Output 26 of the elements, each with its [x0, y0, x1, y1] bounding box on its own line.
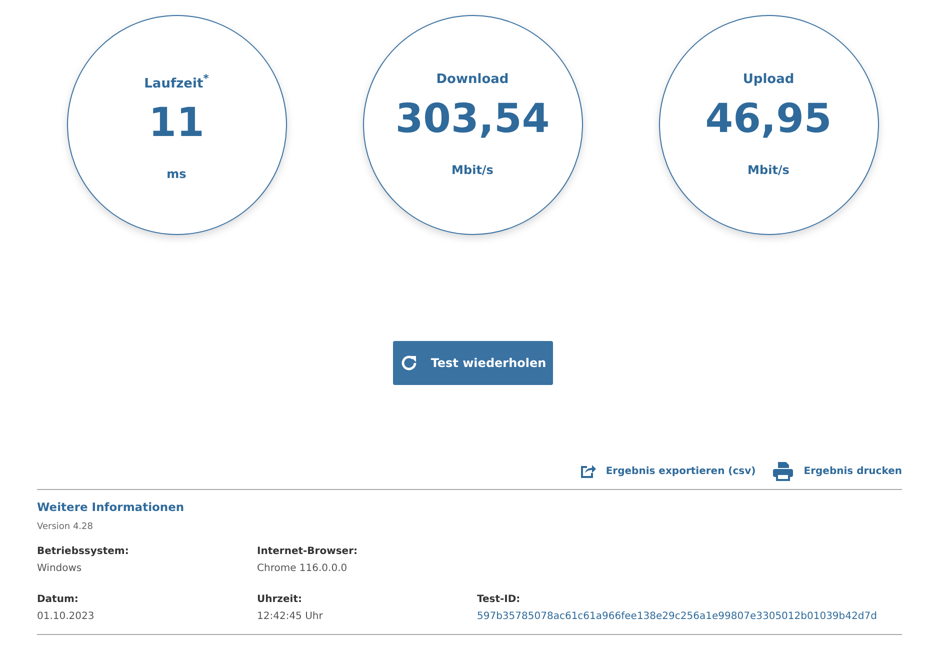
printer-icon	[772, 461, 794, 481]
export-link[interactable]: Ergebnis exportieren (csv)	[580, 461, 756, 481]
gauge-unit: Mbit/s	[748, 163, 790, 177]
info-value: 597b35785078ac61c61a966fee138e29c256a1e99807e3305012b01039b42d7d	[477, 611, 877, 622]
repeat-test-button[interactable]: Test wiederholen	[392, 341, 552, 385]
version-text: Version 4.28	[37, 522, 94, 532]
gauge-unit: Mbit/s	[452, 163, 494, 177]
gauge-unit: ms	[166, 167, 186, 182]
info-label: Internet-Browser:	[257, 546, 358, 557]
print-link[interactable]: Ergebnis drucken	[772, 461, 902, 481]
info-value: Windows	[37, 563, 83, 574]
gauge-label: Upload	[742, 72, 794, 87]
info-label: Datum:	[37, 594, 80, 605]
info-value: 12:42:45 Uhr	[257, 611, 324, 622]
info-value: 01.10.2023	[37, 611, 96, 622]
info-label: Uhrzeit:	[257, 594, 303, 605]
info-label: Test-ID:	[477, 594, 522, 605]
share-icon	[580, 464, 596, 478]
gauge-label: Laufzeit$^{*}$	[144, 72, 209, 92]
gauge-value: 46,95	[705, 99, 832, 139]
section-title: Weitere Informationen	[37, 500, 186, 514]
gauge-value: 11	[148, 103, 204, 144]
info-label: Betriebssystem:	[37, 546, 130, 557]
gauge-value: 303,54	[395, 99, 550, 139]
info-value: Chrome 116.0.0.0	[257, 563, 348, 574]
gauge-label: Download	[436, 72, 509, 87]
